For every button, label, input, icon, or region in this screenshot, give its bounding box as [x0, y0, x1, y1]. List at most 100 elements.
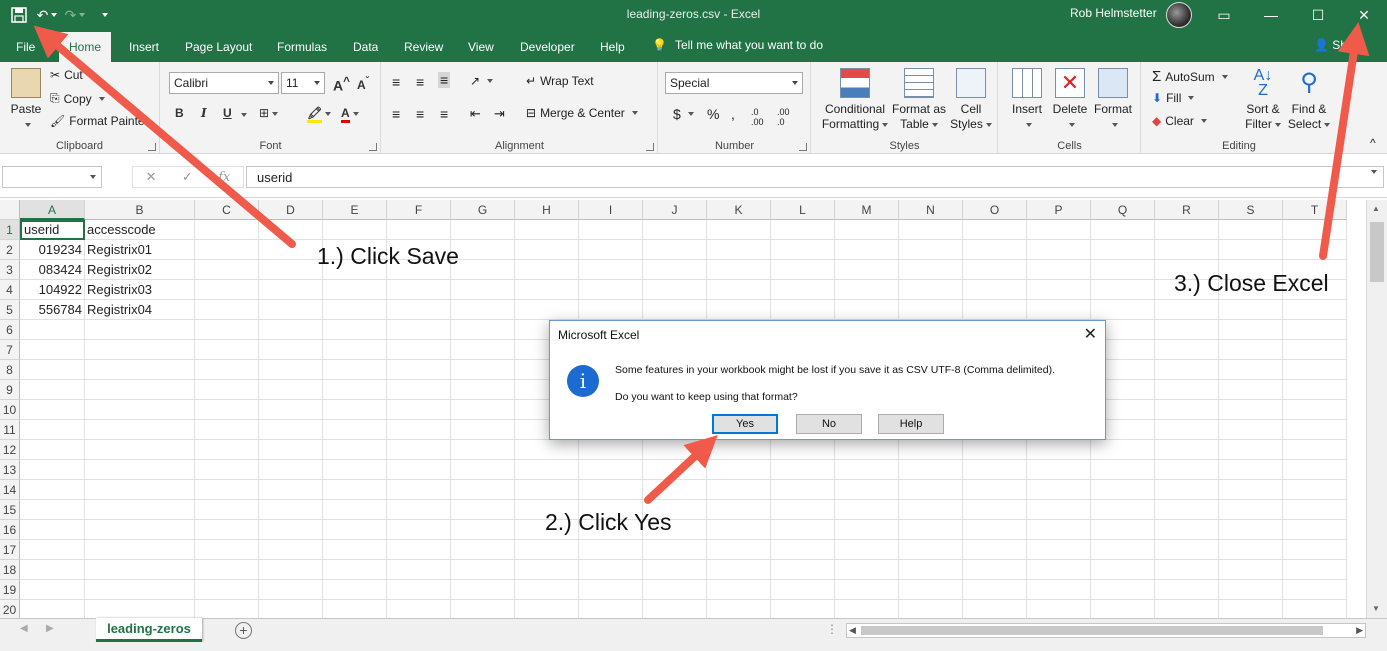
cell-l3[interactable]	[771, 260, 835, 280]
row-header-18[interactable]: 18	[0, 560, 20, 580]
cell-g15[interactable]	[451, 500, 515, 520]
row-header-15[interactable]: 15	[0, 500, 20, 520]
cell-r12[interactable]	[1155, 440, 1219, 460]
row-header-20[interactable]: 20	[0, 600, 20, 620]
cell-s7[interactable]	[1219, 340, 1283, 360]
cell-r7[interactable]	[1155, 340, 1219, 360]
cell-l13[interactable]	[771, 460, 835, 480]
cell-a7[interactable]	[20, 340, 85, 360]
cell-q12[interactable]	[1091, 440, 1155, 460]
paste-button[interactable]: Paste	[6, 68, 46, 132]
tab-formulas[interactable]: Formulas	[277, 36, 327, 58]
tab-data[interactable]: Data	[353, 36, 378, 58]
cell-p15[interactable]	[1027, 500, 1091, 520]
cell-h14[interactable]	[515, 480, 579, 500]
cell-d12[interactable]	[259, 440, 323, 460]
tab-file[interactable]: File	[16, 36, 35, 58]
share-button[interactable]: 👤 Sha	[1314, 38, 1354, 52]
cell-p17[interactable]	[1027, 540, 1091, 560]
tab-page-layout[interactable]: Page Layout	[185, 36, 252, 58]
cell-a10[interactable]	[20, 400, 85, 420]
cell-t12[interactable]	[1283, 440, 1347, 460]
row-header-10[interactable]: 10	[0, 400, 20, 420]
maximize-icon[interactable]: ☐	[1295, 0, 1341, 30]
cell-o18[interactable]	[963, 560, 1027, 580]
cell-p13[interactable]	[1027, 460, 1091, 480]
cell-a4[interactable]: 104922	[20, 280, 85, 300]
cell-l2[interactable]	[771, 240, 835, 260]
cell-e11[interactable]	[323, 420, 387, 440]
cell-n15[interactable]	[899, 500, 963, 520]
column-header-e[interactable]: E	[323, 200, 387, 220]
cell-t14[interactable]	[1283, 480, 1347, 500]
cell-a17[interactable]	[20, 540, 85, 560]
cell-c2[interactable]	[195, 240, 259, 260]
cell-r14[interactable]	[1155, 480, 1219, 500]
row-header-13[interactable]: 13	[0, 460, 20, 480]
cell-e4[interactable]	[323, 280, 387, 300]
cell-b10[interactable]	[85, 400, 195, 420]
cell-g12[interactable]	[451, 440, 515, 460]
cell-i18[interactable]	[579, 560, 643, 580]
cell-b2[interactable]: Registrix01	[85, 240, 195, 260]
cell-s19[interactable]	[1219, 580, 1283, 600]
cell-c15[interactable]	[195, 500, 259, 520]
cell-h1[interactable]	[515, 220, 579, 240]
cell-d9[interactable]	[259, 380, 323, 400]
cell-a18[interactable]	[20, 560, 85, 580]
cell-g20[interactable]	[451, 600, 515, 620]
cell-q19[interactable]	[1091, 580, 1155, 600]
cell-a9[interactable]	[20, 380, 85, 400]
cell-i13[interactable]	[579, 460, 643, 480]
scroll-left-icon[interactable]: ◀	[849, 625, 856, 636]
cell-o20[interactable]	[963, 600, 1027, 620]
sort-filter-button[interactable]: A↓ Z Sort & Filter	[1240, 68, 1286, 132]
cell-d14[interactable]	[259, 480, 323, 500]
vertical-scroll-thumb[interactable]	[1370, 222, 1384, 282]
cell-e5[interactable]	[323, 300, 387, 320]
cell-j14[interactable]	[643, 480, 707, 500]
cell-k14[interactable]	[707, 480, 771, 500]
cell-q18[interactable]	[1091, 560, 1155, 580]
cell-c8[interactable]	[195, 360, 259, 380]
cell-b7[interactable]	[85, 340, 195, 360]
row-header-12[interactable]: 12	[0, 440, 20, 460]
scroll-down-icon[interactable]: ▼	[1372, 604, 1380, 613]
cell-h3[interactable]	[515, 260, 579, 280]
cell-a8[interactable]	[20, 360, 85, 380]
font-name-select[interactable]: Calibri	[169, 72, 279, 94]
cell-a1[interactable]: userid	[20, 220, 85, 240]
column-header-m[interactable]: M	[835, 200, 899, 220]
cell-l4[interactable]	[771, 280, 835, 300]
cell-d15[interactable]	[259, 500, 323, 520]
middle-align-icon[interactable]: ≡	[416, 74, 424, 90]
cell-f16[interactable]	[387, 520, 451, 540]
cell-a11[interactable]	[20, 420, 85, 440]
cell-a12[interactable]	[20, 440, 85, 460]
number-format-select[interactable]: Special	[665, 72, 803, 94]
cell-t9[interactable]	[1283, 380, 1347, 400]
cell-q2[interactable]	[1091, 240, 1155, 260]
format-painter-button[interactable]: 🖌 Format Painter	[50, 114, 149, 128]
cell-m18[interactable]	[835, 560, 899, 580]
column-header-s[interactable]: S	[1219, 200, 1283, 220]
cell-h18[interactable]	[515, 560, 579, 580]
number-launcher-icon[interactable]	[799, 143, 807, 151]
cell-n1[interactable]	[899, 220, 963, 240]
alignment-launcher-icon[interactable]	[646, 143, 654, 151]
cell-k1[interactable]	[707, 220, 771, 240]
cell-d18[interactable]	[259, 560, 323, 580]
cell-b14[interactable]	[85, 480, 195, 500]
cell-h5[interactable]	[515, 300, 579, 320]
cell-e20[interactable]	[323, 600, 387, 620]
minimize-icon[interactable]: —	[1248, 0, 1294, 30]
cell-i17[interactable]	[579, 540, 643, 560]
cell-s5[interactable]	[1219, 300, 1283, 320]
cell-c4[interactable]	[195, 280, 259, 300]
cell-k3[interactable]	[707, 260, 771, 280]
cell-f5[interactable]	[387, 300, 451, 320]
cell-h20[interactable]	[515, 600, 579, 620]
cell-k16[interactable]	[707, 520, 771, 540]
cell-q15[interactable]	[1091, 500, 1155, 520]
cell-l14[interactable]	[771, 480, 835, 500]
